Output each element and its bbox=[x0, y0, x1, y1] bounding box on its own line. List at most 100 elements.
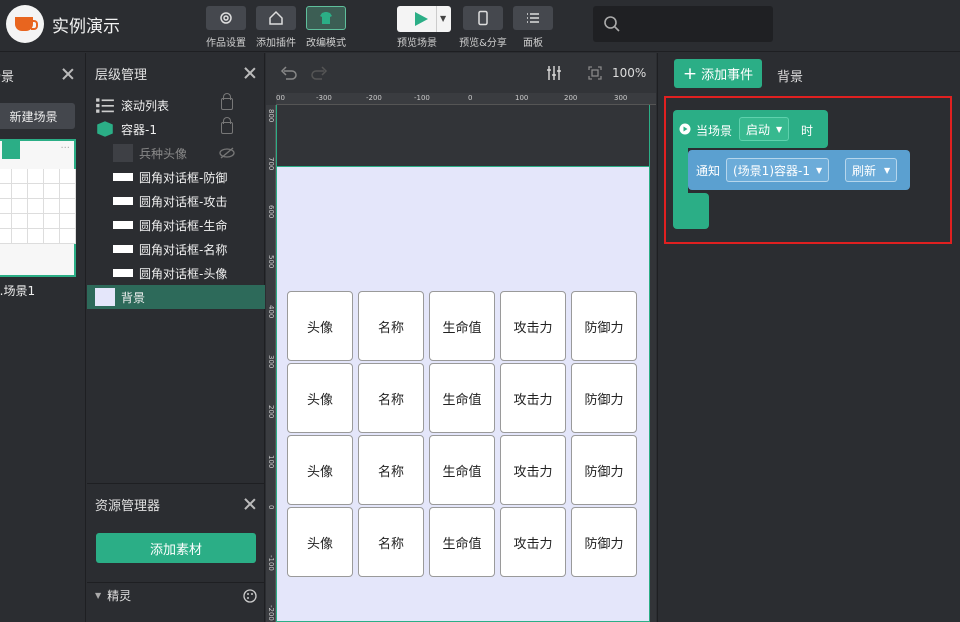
grid-cell[interactable]: 名称 bbox=[358, 507, 424, 577]
preview-scene-label: 预览场景 bbox=[397, 38, 437, 49]
list-icon bbox=[96, 98, 114, 113]
grid-cell[interactable]: 头像 bbox=[287, 291, 353, 361]
grid-cell[interactable]: 生命值 bbox=[429, 435, 495, 505]
plus-icon: + bbox=[682, 63, 698, 84]
add-event-button[interactable]: + 添加事件 bbox=[674, 59, 762, 88]
scene-panel-title: 场景 bbox=[0, 70, 15, 85]
add-asset-button[interactable]: 添加素材 bbox=[96, 533, 256, 563]
home-icon bbox=[2, 141, 20, 159]
target-dropdown[interactable]: (场景1)容器-1 ▼ bbox=[726, 158, 830, 182]
gear-icon bbox=[220, 12, 232, 24]
layer-item-scroll-list[interactable]: 滚动列表 bbox=[87, 93, 265, 117]
rect-icon bbox=[113, 173, 133, 181]
preview-scene-button[interactable]: ▼ bbox=[397, 6, 451, 32]
layer-item-dialog-hp[interactable]: 圆角对话框-生命 bbox=[87, 213, 265, 237]
lock-icon[interactable] bbox=[221, 93, 233, 110]
grid-cell[interactable]: 头像 bbox=[287, 363, 353, 433]
layer-item-container[interactable]: 容器-1 bbox=[87, 117, 265, 141]
action-dropdown[interactable]: 刷新 ▼ bbox=[845, 158, 898, 182]
grid-cell[interactable]: 攻击力 bbox=[500, 363, 566, 433]
edit-mode-button[interactable] bbox=[306, 6, 346, 30]
events-panel: + 添加事件 背景 当场景 启动 ▼ 时 通知 (场景1)容器-1 ▼ 刷新 ▼ bbox=[657, 53, 960, 622]
phone-icon bbox=[478, 10, 488, 26]
ruler-horizontal: 00 -300 -200 -100 0 100 200 300 bbox=[276, 93, 656, 105]
palette-icon[interactable] bbox=[243, 589, 257, 603]
grid-cell[interactable]: 头像 bbox=[287, 435, 353, 505]
layer-item-dialog-attack[interactable]: 圆角对话框-攻击 bbox=[87, 189, 265, 213]
redo-icon[interactable] bbox=[310, 66, 328, 80]
box-icon bbox=[97, 121, 113, 137]
grid-cell[interactable]: 防御力 bbox=[571, 291, 637, 361]
new-scene-button[interactable]: 新建场景 bbox=[0, 103, 75, 129]
dropdown-caret-icon: ▼ bbox=[884, 165, 891, 175]
dropdown-caret-icon[interactable]: ▼ bbox=[440, 14, 446, 23]
scene-panel: 场景 新建场景 ··· 1.场景1 bbox=[0, 53, 86, 622]
layer-item-dialog-defense[interactable]: 圆角对话框-防御 bbox=[87, 165, 265, 189]
grid-cell[interactable]: 生命值 bbox=[429, 291, 495, 361]
close-icon[interactable] bbox=[62, 68, 74, 80]
edit-mode-label: 改编模式 bbox=[306, 38, 346, 49]
grid-cell[interactable]: 攻击力 bbox=[500, 291, 566, 361]
asset-panel: 资源管理器 添加素材 ▼ 精灵 bbox=[87, 483, 265, 622]
grid-cell[interactable]: 防御力 bbox=[571, 363, 637, 433]
grid-cell[interactable]: 头像 bbox=[287, 507, 353, 577]
sprite-group[interactable]: ▼ 精灵 bbox=[87, 582, 265, 608]
dropdown-caret-icon: ▼ bbox=[815, 165, 823, 175]
start-dropdown[interactable]: 启动 ▼ bbox=[739, 117, 790, 141]
play-circle-icon bbox=[679, 123, 691, 135]
grid-cell[interactable]: 名称 bbox=[358, 291, 424, 361]
layer-item-background[interactable]: 背景 bbox=[87, 285, 265, 309]
background-icon bbox=[95, 288, 115, 306]
search-input[interactable] bbox=[593, 6, 773, 42]
grid-cell[interactable]: 生命值 bbox=[429, 363, 495, 433]
fit-screen-icon[interactable] bbox=[588, 66, 602, 80]
layer-item-dialog-name[interactable]: 圆角对话框-名称 bbox=[87, 237, 265, 261]
work-settings-label: 作品设置 bbox=[206, 38, 246, 49]
canvas-area: 100% 00 -300 -200 -100 0 100 200 300 800… bbox=[266, 53, 656, 622]
panel-label: 面板 bbox=[523, 38, 543, 49]
eye-hidden-icon[interactable] bbox=[219, 147, 235, 159]
add-plugin-label: 添加插件 bbox=[256, 38, 296, 49]
app-title: 实例演示 bbox=[52, 17, 120, 37]
layer-item-dialog-avatar[interactable]: 圆角对话框-头像 bbox=[87, 261, 265, 285]
ruler-vertical: 800 700 600 500 400 300 200 100 0 -100 -… bbox=[266, 105, 276, 622]
close-icon[interactable] bbox=[244, 498, 256, 510]
work-settings-button[interactable] bbox=[206, 6, 246, 30]
layer-panel-title: 层级管理 bbox=[95, 67, 148, 83]
tab-background[interactable]: 背景 bbox=[777, 66, 803, 85]
app-window: 实例演示 作品设置 添加插件 改编模式 ▼ 预览场景 预览&分享 面板 景 新建… bbox=[0, 0, 960, 622]
grid-cell[interactable]: 防御力 bbox=[571, 507, 637, 577]
rect-icon bbox=[113, 245, 133, 253]
grid-cell[interactable]: 防御力 bbox=[571, 435, 637, 505]
notify-block[interactable]: 通知 (场景1)容器-1 ▼ 刷新 ▼ bbox=[688, 150, 910, 190]
list-icon bbox=[527, 13, 539, 23]
grid-cell[interactable]: 名称 bbox=[358, 435, 424, 505]
grid-cell[interactable]: 攻击力 bbox=[500, 507, 566, 577]
dropdown-caret-icon: ▼ bbox=[776, 124, 783, 134]
triangle-down-icon: ▼ bbox=[95, 591, 102, 600]
app-logo bbox=[6, 5, 44, 43]
scene-name: 1.场景1 bbox=[0, 284, 36, 298]
sliders-icon[interactable] bbox=[546, 65, 562, 81]
zoom-level[interactable]: 100% bbox=[612, 66, 646, 80]
grid-cell[interactable]: 生命值 bbox=[429, 507, 495, 577]
scene-thumbnail[interactable]: ··· bbox=[0, 139, 76, 277]
undo-icon[interactable] bbox=[280, 66, 298, 80]
lock-icon[interactable] bbox=[221, 117, 233, 134]
close-icon[interactable] bbox=[244, 67, 256, 79]
layer-item-unit-avatar[interactable]: 兵种头像 bbox=[87, 141, 265, 165]
canvas-toolbar: 100% bbox=[266, 53, 656, 93]
grid-cell[interactable]: 攻击力 bbox=[500, 435, 566, 505]
rect-icon bbox=[113, 197, 133, 205]
grid-cell[interactable]: 名称 bbox=[358, 363, 424, 433]
stage-canvas[interactable]: 头像 名称 生命值 攻击力 防御力 头像 名称 生命值 攻击力 防御力 头像 名称 生命值 攻击力 防御力头… bbox=[276, 166, 650, 622]
add-plugin-button[interactable] bbox=[256, 6, 296, 30]
when-scene-block[interactable]: 当场景 启动 ▼ 时 bbox=[673, 110, 828, 148]
asset-panel-title: 资源管理器 bbox=[95, 498, 161, 514]
preview-share-button[interactable] bbox=[463, 6, 503, 30]
panel-button[interactable] bbox=[513, 6, 553, 30]
layer-panel: 层级管理 滚动列表 容器-1 兵种头像 圆角对话框-防御 圆角对话框-攻击 圆角… bbox=[87, 53, 265, 483]
home-icon bbox=[269, 10, 283, 25]
search-icon bbox=[604, 16, 620, 32]
more-icon[interactable]: ··· bbox=[60, 143, 70, 154]
